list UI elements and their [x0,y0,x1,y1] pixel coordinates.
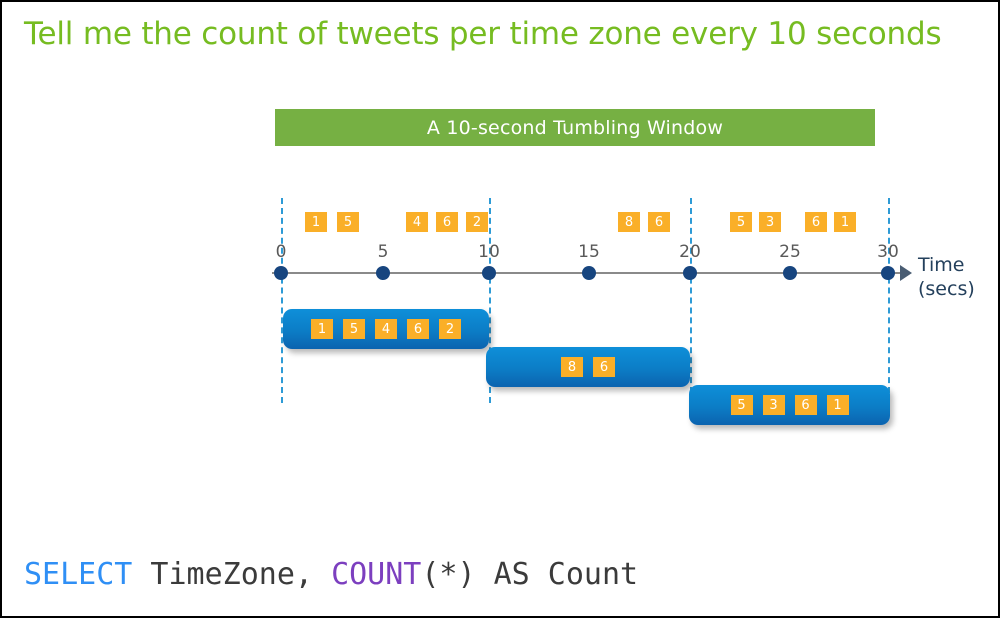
stream-tweet-chip: 6 [436,212,458,232]
time-axis-label-units: (secs) [918,278,975,300]
sql-query-block: SELECT TimeZone, COUNT(*) AS Count FROM … [24,470,819,616]
window-tweet-chip: 2 [439,319,461,339]
slide-canvas: Tell me the count of tweets per time zon… [0,0,1000,618]
window-boundary-gridline [281,198,283,403]
window-tweet-chip: 6 [794,395,817,415]
stream-tweet-chip: 1 [834,212,856,232]
timeline-tick-label: 20 [679,242,701,262]
timeline-tick-dot [582,266,596,280]
stream-tweet-chip: 6 [648,212,670,232]
window-tweet-chip: 3 [762,395,785,415]
window-tweet-chip: 5 [730,395,753,415]
stream-tweet-chip: 8 [618,212,640,232]
timeline-tick-label: 5 [377,242,389,262]
timeline-tick-dot [482,266,496,280]
window-tweet-chip: 1 [311,319,333,339]
stream-tweet-chip: 5 [730,212,752,232]
tumbling-window-banner: A 10-second Tumbling Window [275,109,875,146]
banner-label: A 10-second Tumbling Window [426,116,724,139]
stream-tweet-chip: 1 [305,212,327,232]
timeline-tick-label: 15 [578,242,600,262]
window-tweet-chip: 4 [375,319,397,339]
sql-token: (*) AS Count [421,557,639,592]
time-axis-label: Time (secs) [918,253,975,301]
window-tweet-chip: 8 [561,357,583,377]
timeline-tick-label: 30 [877,242,899,262]
time-axis-label-main: Time [918,254,965,276]
window-boundary-gridline [888,198,890,403]
sql-token: COUNT [331,557,422,592]
window-tweet-chip: 5 [343,319,365,339]
stream-tweet-chip: 3 [759,212,781,232]
stream-tweet-chip: 2 [466,212,488,232]
tumbling-window-bar: 15462 [283,309,489,349]
timeline-tick-dot [783,266,797,280]
sql-line-1: SELECT TimeZone, COUNT(*) AS Count [24,554,819,596]
stream-tweet-chip: 6 [805,212,827,232]
window-boundary-gridline [690,198,692,403]
sql-token: TimeZone, [132,557,332,592]
timeline-tick-dot [274,266,288,280]
window-tweet-chip: 6 [407,319,429,339]
page-title: Tell me the count of tweets per time zon… [24,16,942,52]
timeline-tick-dot [376,266,390,280]
window-tweet-chip: 1 [826,395,849,415]
timeline-tick-dot [683,266,697,280]
stream-tweet-chip: 4 [406,212,428,232]
window-tweet-chip: 6 [593,357,615,377]
timeline-tick-label: 25 [779,242,801,262]
tumbling-window-bar: 86 [486,347,690,387]
sql-token: SELECT [24,557,133,592]
timeline-tick-label: 0 [275,242,287,262]
stream-tweet-chip: 5 [337,212,359,232]
tumbling-window-bar: 5361 [689,385,890,425]
time-axis-arrow-icon [900,265,912,281]
timeline-tick-dot [881,266,895,280]
timeline-tick-label: 10 [478,242,500,262]
